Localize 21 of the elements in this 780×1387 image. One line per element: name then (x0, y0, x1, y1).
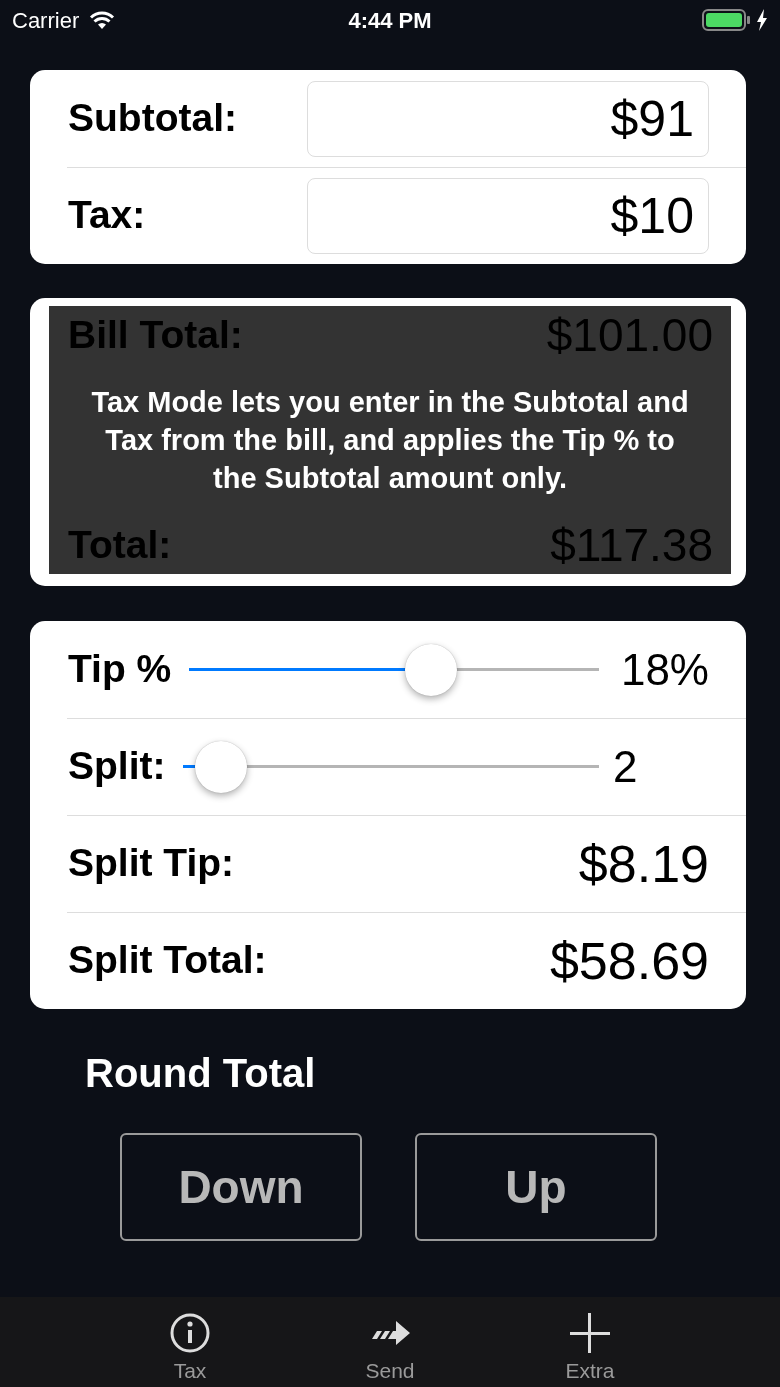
input-field[interactable]: $91 (307, 80, 709, 157)
split-value: $8.19 (578, 833, 709, 895)
slider-label: Split: (68, 743, 166, 790)
tab-item[interactable]: Extra (530, 1297, 650, 1387)
round-button[interactable]: Down (120, 1133, 362, 1241)
field-label: Subtotal: (68, 95, 237, 142)
split-value: $58.69 (549, 930, 709, 992)
slider-reading: 2 (613, 740, 639, 793)
carrier-name: Carrier (12, 6, 80, 35)
split-label: Split Total: (68, 937, 267, 984)
slider-label: Tip % (68, 646, 172, 693)
section-title: Round Total (85, 1050, 317, 1097)
slider-reading: 18% (619, 643, 709, 696)
tab-item[interactable]: Send (330, 1297, 450, 1387)
tab-item[interactable]: Tax (130, 1297, 250, 1387)
split-label: Split Tip: (68, 840, 235, 887)
field-label: Tax: (68, 192, 146, 239)
round-button[interactable]: Up (415, 1133, 657, 1241)
input-field[interactable]: $10 (307, 177, 709, 254)
status-time: 4:44 PM (348, 6, 432, 35)
tooltip-text: Tax Mode lets you enter in the Subtotal and Tax from the bill, and applies the Tip % to the Subtotal amount only. (90, 385, 690, 496)
